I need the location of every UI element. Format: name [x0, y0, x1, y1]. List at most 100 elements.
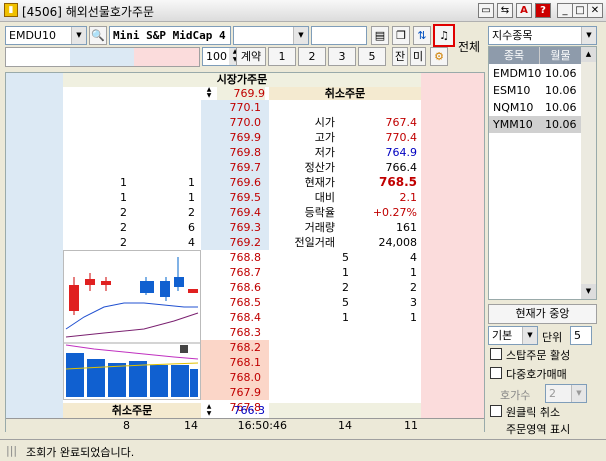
bid-row[interactable]: 768.6 — [201, 280, 269, 295]
qty-button-1[interactable]: 1 — [268, 47, 296, 66]
volume-bar-6 — [171, 365, 189, 397]
market-order-header[interactable]: 시장가주문 — [63, 73, 421, 87]
one-click-label: 원클릭 취소 — [506, 406, 561, 419]
bid-row[interactable]: 768.5 — [201, 295, 269, 310]
cancel-order-header-top[interactable]: 취소주문 — [269, 87, 421, 100]
chevron-down-icon: ▼ — [522, 327, 537, 344]
list-scrollbar[interactable]: ▲ ▼ — [581, 47, 596, 299]
total-left-b: 14 — [184, 419, 198, 432]
symbol-list-item[interactable]: EMDM10 10.06 — [489, 65, 581, 82]
multi-order-checkbox[interactable] — [490, 367, 502, 379]
info-label: 등락율 — [304, 206, 335, 219]
info-label: 거래량 — [304, 221, 335, 234]
symbol-name-field: Mini S&P MidCap 4 — [109, 26, 231, 45]
bid-price: 768.0 — [229, 371, 262, 384]
contract-button[interactable]: 계약 — [236, 47, 266, 66]
volume-bar-1 — [66, 353, 84, 397]
bid-price: 768.7 — [229, 266, 262, 279]
all-label[interactable]: 전체 — [458, 38, 480, 55]
bid-row[interactable]: 768.1 — [201, 355, 269, 370]
ho-count-label: 호가수 — [500, 389, 531, 402]
bid-price: 768.8 — [229, 251, 262, 264]
symbol-code: NQM10 — [493, 101, 534, 114]
basic-select-value: 기본 — [492, 329, 513, 342]
info-label: 전일거래 — [294, 236, 335, 249]
bid-order-qty: 1 — [410, 266, 417, 279]
minimize-icon[interactable]: _ — [557, 3, 573, 18]
account-select[interactable]: ▼ — [233, 26, 309, 45]
ask-price: 769.5 — [229, 191, 262, 204]
ask-price: 770.1 — [229, 101, 262, 114]
ask-price: 769.3 — [229, 221, 262, 234]
cancel-order-header-bottom[interactable]: 취소주문 — [63, 403, 201, 418]
qty-button-5[interactable]: 5 — [358, 47, 386, 66]
stop-order-checkbox[interactable] — [490, 348, 502, 360]
scroll-up-down-icon[interactable]: ▲ ▼ — [201, 87, 217, 100]
bid-row[interactable]: 768.3 — [201, 325, 269, 340]
maximize-icon[interactable]: □ — [572, 3, 588, 18]
password-field[interactable] — [311, 26, 367, 45]
sound-icon[interactable]: ♫ — [433, 24, 455, 47]
order-summary-strip — [5, 47, 200, 67]
symbol-code: EMDM10 — [493, 67, 542, 80]
symbol-list-item[interactable]: NQM10 10.06 — [489, 99, 581, 116]
ask-order-count: 2 — [120, 221, 127, 234]
unfilled-button[interactable]: 미 — [410, 47, 426, 66]
bid-row[interactable]: 768.0 — [201, 370, 269, 385]
settings-gear-icon[interactable]: ⚙ — [430, 47, 448, 66]
one-click-checkbox[interactable] — [490, 405, 502, 417]
candle-7 — [188, 289, 198, 293]
help-icon[interactable]: ? — [535, 3, 551, 18]
restore-icon[interactable]: ▭ — [478, 3, 494, 18]
chevron-down-icon: ▼ — [571, 385, 586, 402]
bid-row[interactable]: 767.9 — [201, 385, 269, 400]
remain-button[interactable]: 잔 — [392, 47, 408, 66]
bid-row[interactable]: 768.2 — [201, 340, 269, 355]
sort-icon[interactable]: ⇅ — [413, 26, 431, 45]
search-icon[interactable]: 🔍 — [89, 26, 107, 45]
ask-order-count: 2 — [120, 206, 127, 219]
bid-row[interactable]: 768.7 — [201, 265, 269, 280]
candle-1 — [69, 285, 79, 311]
index-select[interactable]: 지수종목 ▼ — [488, 26, 597, 45]
qty-button-3[interactable]: 3 — [328, 47, 356, 66]
copy-icon[interactable]: ❐ — [392, 26, 410, 45]
symbol-code-select[interactable]: EMDU10 ▼ — [5, 26, 87, 45]
symbol-code-value: EMDU10 — [9, 29, 56, 42]
close-icon[interactable]: ✕ — [587, 3, 603, 18]
bid-row[interactable]: 768.8 — [201, 250, 269, 265]
order-area-label: 주문영역 표시 — [506, 423, 571, 436]
candle-6 — [174, 277, 184, 287]
basic-select[interactable]: 기본 ▼ — [488, 326, 538, 345]
ho-count-select[interactable]: 2 ▼ — [545, 384, 587, 403]
info-value: 766.4 — [385, 161, 418, 174]
bid-price: 768.4 — [229, 311, 262, 324]
scroll-up-down-icon-bottom[interactable]: ▲ ▼ — [201, 403, 217, 418]
bid-order-count: 1 — [342, 266, 349, 279]
unit-input[interactable]: 5 — [570, 326, 592, 345]
bid-row[interactable]: 768.4 — [201, 310, 269, 325]
bid-price: 768.5 — [229, 296, 262, 309]
qty-button-2[interactable]: 2 — [298, 47, 326, 66]
symbol-list: 종목 월물 EMDM10 10.06 ESM10 10.06 NQM10 10.… — [488, 46, 597, 300]
info-value: +0.27% — [372, 206, 417, 219]
multi-order-label: 다중호가매매 — [506, 368, 567, 381]
save-icon[interactable]: ▤ — [371, 26, 389, 45]
col-code-header: 종목 — [503, 49, 525, 62]
center-price-button[interactable]: 현재가 중앙 — [488, 304, 597, 324]
symbol-list-item[interactable]: YMM10 10.06 — [489, 116, 581, 133]
symbol-month: 10.06 — [545, 101, 577, 114]
ma-line-1 — [65, 302, 198, 330]
info-value: 24,008 — [378, 236, 418, 249]
link-icon[interactable]: ⇆ — [497, 3, 513, 18]
info-label: 저가 — [314, 146, 335, 159]
bottom-price: 766.3 — [233, 404, 266, 417]
total-right-c: 14 — [338, 419, 352, 432]
ask-row[interactable]: 770.1 — [6, 100, 484, 115]
ask-order-qty: 4 — [188, 236, 195, 249]
symbol-list-item[interactable]: ESM10 10.06 — [489, 82, 581, 99]
symbol-month: 10.06 — [545, 67, 577, 80]
ask-price: 769.7 — [229, 161, 262, 174]
order-book: 시장가주문 ▲ ▼ 769.9 취소주문 770.1 770.0 769.9 76… — [5, 72, 485, 432]
font-icon[interactable]: A — [516, 3, 532, 18]
